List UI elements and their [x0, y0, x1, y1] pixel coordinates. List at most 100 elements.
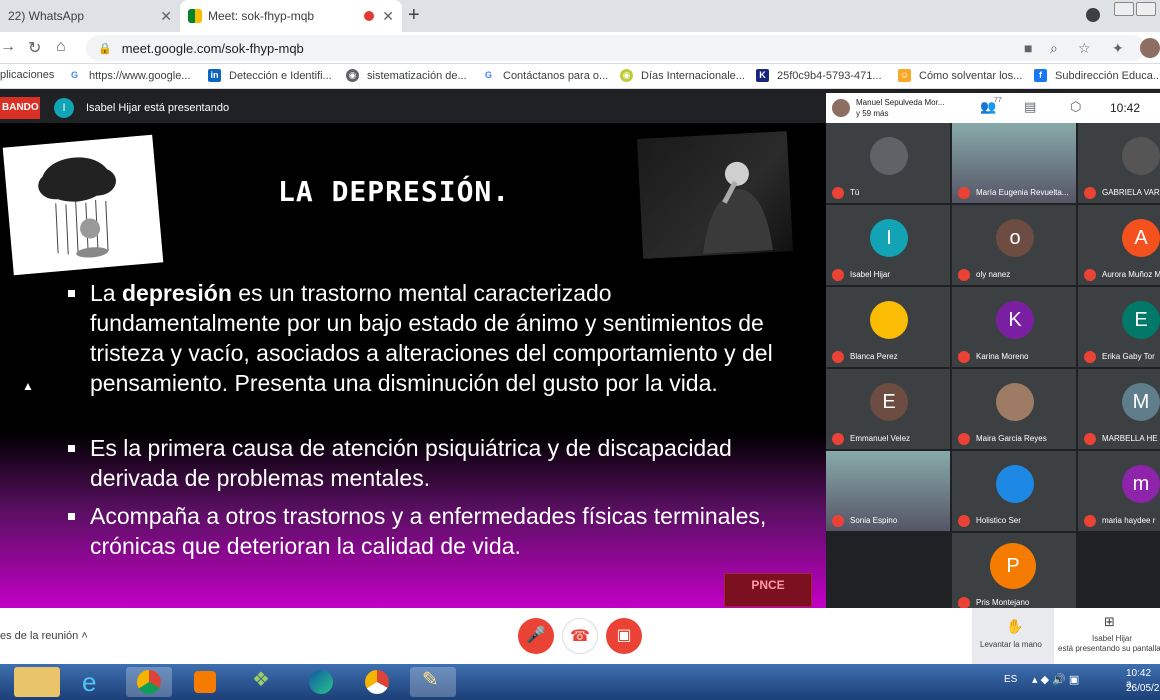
- bookmark-item[interactable]: ◉ Días Internacionale...: [620, 69, 745, 82]
- participant-tile[interactable]: A Aurora Muñoz M: [1078, 205, 1160, 285]
- participant-tile[interactable]: Sonia Espino: [826, 451, 950, 531]
- edge-icon[interactable]: [298, 667, 344, 697]
- participant-name: María Eugenia Revuelta...: [976, 188, 1069, 197]
- minimize-icon[interactable]: [1114, 2, 1134, 16]
- participant-avatar: I: [870, 219, 908, 257]
- microphone-off-button[interactable]: 🎤: [518, 618, 554, 654]
- participant-tile[interactable]: o oly nanez: [952, 205, 1076, 285]
- participant-tile[interactable]: E Emmanuel Velez: [826, 369, 950, 449]
- restore-icon[interactable]: [1136, 2, 1156, 16]
- new-tab-button[interactable]: +: [408, 4, 420, 27]
- chrome-icon[interactable]: [126, 667, 172, 697]
- windows-taskbar: e ❖ ✎ ES ▴ ◆ 🔊 ▣ 10:42 a. 26/05/2: [0, 664, 1160, 700]
- close-tab-icon[interactable]: ✕: [160, 8, 172, 25]
- participant-tile[interactable]: Tú: [826, 123, 950, 203]
- bookmark-item[interactable]: G Contáctanos para o...: [482, 69, 608, 82]
- mic-off-icon: [958, 269, 970, 281]
- bookmark-item[interactable]: Ghttps://www.google...: [68, 69, 191, 82]
- tab-meet[interactable]: Meet: sok-fhyp-mqb ✕: [180, 0, 402, 32]
- pnce-logo: PNCE: [724, 573, 812, 607]
- participant-name: maria haydee r: [1102, 516, 1156, 525]
- participant-avatar: [1122, 137, 1160, 175]
- chrome-canary-icon[interactable]: [354, 667, 400, 697]
- camera-permission-icon[interactable]: ■: [1024, 40, 1032, 56]
- media-player-icon[interactable]: [182, 667, 228, 697]
- mic-off-icon: [958, 351, 970, 363]
- slide-title: LA DEPRESIÓN.: [278, 175, 511, 208]
- recording-badge: BANDO: [0, 97, 40, 119]
- participant-name: Emmanuel Velez: [850, 434, 911, 443]
- participant-tile[interactable]: Holistico Ser: [952, 451, 1076, 531]
- bookmark-item[interactable]: ☺ Cómo solventar los...: [898, 69, 1022, 82]
- zoom-icon[interactable]: ⌕: [1050, 40, 1058, 57]
- internet-explorer-icon[interactable]: e: [72, 667, 118, 697]
- bookmark-item[interactable]: plicaciones: [0, 69, 54, 81]
- mic-off-icon: [832, 433, 844, 445]
- participant-tile[interactable]: Blanca Perez: [826, 287, 950, 367]
- participant-avatar: P: [990, 543, 1036, 589]
- facebook-icon: f: [1034, 69, 1047, 82]
- participant-tile[interactable]: María Eugenia Revuelta...: [952, 123, 1076, 203]
- k-icon: K: [756, 69, 769, 82]
- close-tab-icon[interactable]: ✕: [382, 8, 394, 25]
- bullet-square-icon: [68, 290, 75, 297]
- bookmark-item[interactable]: K 25f0c9b4-5793-471...: [756, 69, 882, 82]
- tray-icons[interactable]: ▴ ◆ 🔊 ▣: [1032, 673, 1079, 686]
- reload-icon[interactable]: ↻: [28, 38, 41, 58]
- extensions-icon[interactable]: ✦: [1112, 40, 1124, 57]
- browser-toolbar: → ↻ ⌂ 🔒 meet.google.com/sok-fhyp-mqb ■ ⌕…: [0, 32, 1160, 64]
- google-g-icon: G: [484, 70, 492, 80]
- bookmark-item[interactable]: f Subdirección Educa...: [1034, 69, 1160, 82]
- meeting-details-button[interactable]: es de la reunión ˄: [0, 630, 88, 642]
- presenter-avatar: I: [54, 98, 74, 118]
- participants-count: 77: [994, 97, 1002, 104]
- language-indicator[interactable]: ES: [1004, 674, 1017, 685]
- present-icon[interactable]: ⊞: [1104, 614, 1115, 630]
- address-bar[interactable]: 🔒 meet.google.com/sok-fhyp-mqb ■ ⌕ ☆ ✦: [86, 35, 1146, 61]
- tab-whatsapp-title: 22) WhatsApp: [8, 9, 85, 23]
- bookmark-item[interactable]: in Detección e Identifi...: [208, 69, 332, 82]
- camera-off-button[interactable]: ▣: [606, 618, 642, 654]
- participant-avatar: A: [1122, 219, 1160, 257]
- mic-off-icon: [832, 187, 844, 199]
- bookmark-item[interactable]: ◉ sistematización de...: [346, 69, 467, 82]
- chat-icon[interactable]: ▤: [1024, 99, 1036, 115]
- participant-tile[interactable]: K Karina Moreno: [952, 287, 1076, 367]
- mic-off-icon: [958, 187, 970, 199]
- participant-tile[interactable]: E Erika Gaby Tor: [1078, 287, 1160, 367]
- presentation-slide: LA DEPRESIÓN. La depresión es un trastor…: [0, 123, 826, 608]
- activities-icon[interactable]: ⬡: [1070, 99, 1081, 115]
- google-g-icon: G: [70, 70, 78, 80]
- top-speaker-name: Manuel Sepulveda Mor...: [856, 98, 945, 107]
- avatar[interactable]: [1140, 38, 1160, 58]
- participant-tile[interactable]: M MARBELLA HE: [1078, 369, 1160, 449]
- participant-tile[interactable]: P Pris Montejano: [952, 533, 1076, 613]
- participant-tile[interactable]: GABRIELA VAR: [1078, 123, 1160, 203]
- home-icon[interactable]: ⌂: [56, 38, 66, 56]
- participant-avatar: K: [996, 301, 1034, 339]
- forward-icon[interactable]: →: [0, 38, 16, 56]
- participant-avatar: o: [996, 219, 1034, 257]
- tab-whatsapp[interactable]: 22) WhatsApp ✕: [0, 0, 180, 32]
- linkedin-icon: in: [208, 69, 221, 82]
- mic-off-icon: [1084, 269, 1096, 281]
- profile-menu-icon[interactable]: [1086, 8, 1100, 22]
- raise-hand-button[interactable]: ✋ Levantar la mano: [972, 608, 1054, 664]
- presenting-name: Isabel Hijar: [1092, 634, 1133, 643]
- meet-bottom-bar: es de la reunión ˄ 🎤 ☎ ▣ ✋ Levantar la m…: [0, 608, 1160, 664]
- participant-name: Tú: [850, 188, 860, 197]
- participant-tile[interactable]: I Isabel Hijar: [826, 205, 950, 285]
- mic-off-icon: [832, 515, 844, 527]
- participant-name: Blanca Perez: [850, 352, 898, 361]
- leave-call-button[interactable]: ☎: [562, 618, 598, 654]
- participant-avatar: [996, 465, 1034, 503]
- paint-icon[interactable]: ✎: [410, 667, 456, 697]
- people-app-icon[interactable]: ❖: [240, 667, 286, 697]
- participant-tile[interactable]: m maria haydee r: [1078, 451, 1160, 531]
- participant-avatar: E: [870, 383, 908, 421]
- mic-off-icon: [1084, 433, 1096, 445]
- bookmark-star-icon[interactable]: ☆: [1078, 40, 1091, 57]
- url-text: meet.google.com/sok-fhyp-mqb: [121, 40, 304, 56]
- file-explorer-icon[interactable]: [14, 667, 60, 697]
- participant-tile[interactable]: Maira Garcia Reyes: [952, 369, 1076, 449]
